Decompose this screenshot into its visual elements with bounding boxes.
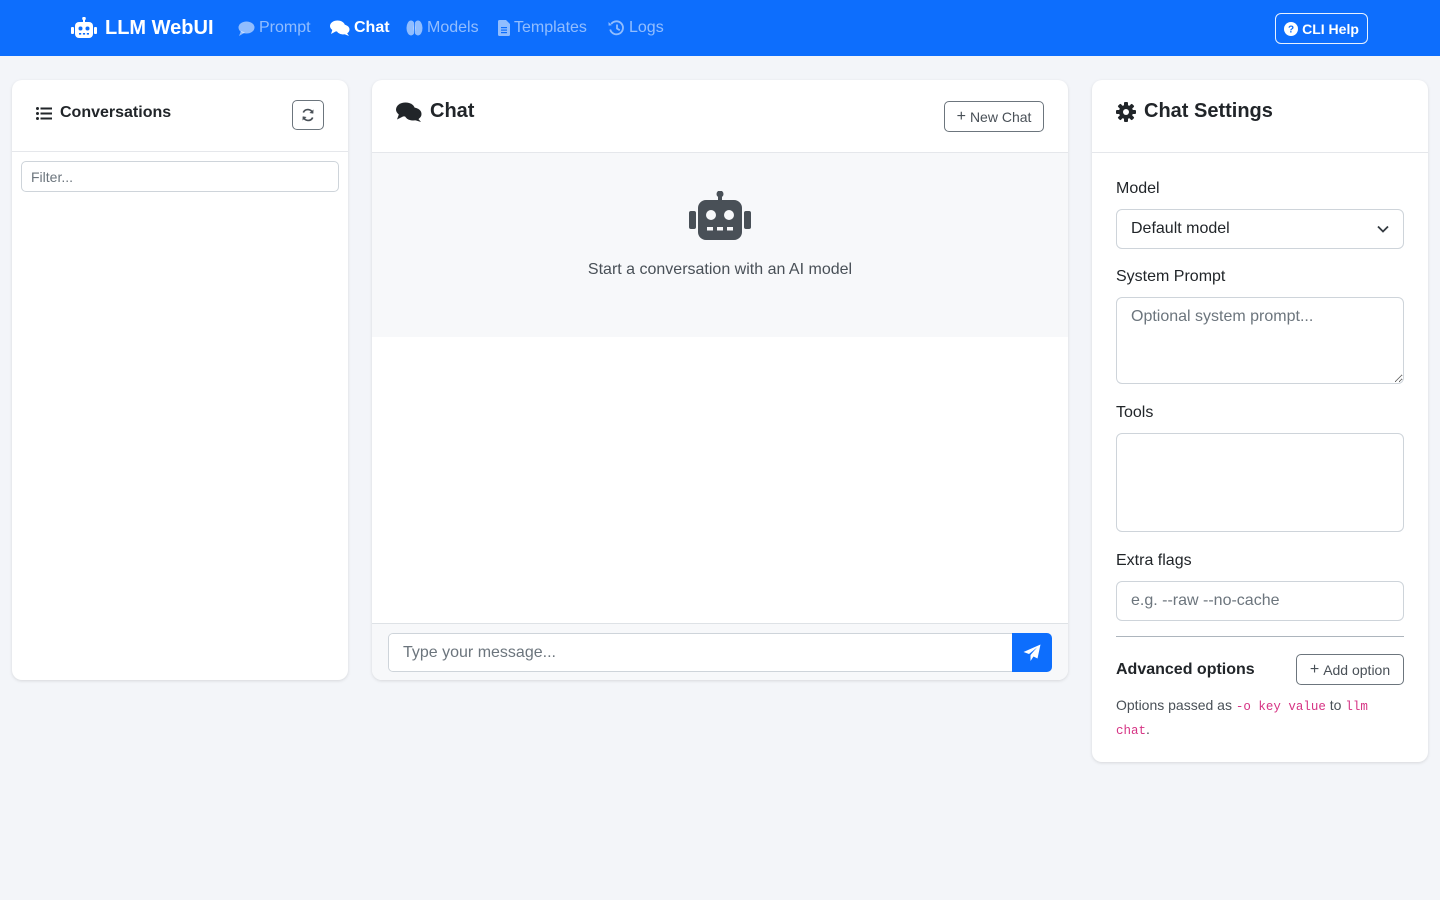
settings-title-text: Chat Settings bbox=[1144, 100, 1273, 122]
help-suffix: . bbox=[1146, 721, 1150, 737]
extra-flags-input[interactable] bbox=[1116, 581, 1404, 621]
conversations-title-text: Conversations bbox=[60, 104, 172, 121]
model-selected-value: Default model bbox=[1131, 220, 1230, 237]
nav-chat[interactable]: Chat bbox=[330, 16, 390, 40]
comments-icon bbox=[330, 20, 350, 36]
chat-header: Chat + New Chat bbox=[372, 80, 1068, 153]
history-icon bbox=[608, 20, 624, 36]
brand-name: LLM WebUI bbox=[105, 16, 214, 39]
conversations-header: Conversations bbox=[12, 80, 348, 152]
nav-prompt[interactable]: Prompt bbox=[238, 16, 311, 40]
chat-title-text: Chat bbox=[430, 100, 475, 122]
cli-help-label: CLI Help bbox=[1302, 20, 1359, 37]
comment-icon bbox=[238, 21, 255, 36]
plus-icon: + bbox=[956, 107, 966, 125]
new-chat-button[interactable]: + New Chat bbox=[944, 101, 1044, 132]
nav-templates[interactable]: Templates bbox=[498, 16, 587, 40]
advanced-options-help: Options passed as -o key value to llm ch… bbox=[1116, 694, 1406, 742]
refresh-icon bbox=[302, 108, 314, 122]
refresh-button[interactable] bbox=[292, 100, 324, 130]
robot-icon bbox=[689, 191, 751, 240]
empty-chat-text: Start a conversation with an AI model bbox=[587, 261, 853, 278]
paper-plane-icon bbox=[1023, 644, 1041, 661]
gear-icon bbox=[1116, 101, 1136, 122]
chat-title: Chat bbox=[396, 100, 474, 123]
nav-logs-label: Logs bbox=[629, 19, 664, 36]
nav-logs[interactable]: Logs bbox=[608, 16, 664, 40]
file-icon bbox=[498, 20, 510, 36]
chat-input-bar bbox=[372, 623, 1068, 680]
settings-title: Chat Settings bbox=[1116, 100, 1273, 123]
chat-panel: Chat + New Chat Start a conversation wit… bbox=[372, 80, 1068, 680]
brand-link[interactable]: LLM WebUI bbox=[71, 14, 214, 42]
settings-header: Chat Settings bbox=[1092, 80, 1428, 153]
help-code-option: -o key value bbox=[1235, 700, 1326, 714]
nav-models[interactable]: Models bbox=[406, 16, 479, 40]
conversations-panel: Conversations bbox=[12, 80, 348, 680]
system-prompt-label: System Prompt bbox=[1116, 268, 1226, 285]
nav-models-label: Models bbox=[427, 19, 479, 36]
chevron-down-icon bbox=[1377, 225, 1389, 233]
message-input[interactable] bbox=[388, 633, 1013, 672]
tools-select[interactable] bbox=[1116, 433, 1404, 532]
svg-text:?: ? bbox=[1288, 24, 1294, 35]
question-circle-icon: ? bbox=[1284, 21, 1299, 36]
conversation-filter-input[interactable] bbox=[21, 161, 339, 192]
conversations-title: Conversations bbox=[36, 104, 171, 122]
empty-chat-state: Start a conversation with an AI model bbox=[372, 153, 1068, 337]
model-select[interactable]: Default model bbox=[1116, 209, 1404, 249]
add-option-button[interactable]: + Add option bbox=[1296, 654, 1404, 685]
chat-settings-panel: Chat Settings Model Default model System… bbox=[1092, 80, 1428, 762]
navbar: LLM WebUI Prompt Chat Models Templates L… bbox=[0, 0, 1440, 56]
plus-icon: + bbox=[1309, 660, 1320, 678]
cli-help-button[interactable]: ? CLI Help bbox=[1275, 13, 1368, 44]
add-option-label: Add option bbox=[1323, 661, 1391, 678]
extra-flags-label: Extra flags bbox=[1116, 552, 1192, 569]
brain-icon bbox=[406, 20, 423, 36]
tools-label: Tools bbox=[1116, 404, 1154, 421]
nav-chat-label: Chat bbox=[354, 19, 390, 36]
advanced-options-title: Advanced options bbox=[1116, 661, 1255, 678]
new-chat-label: New Chat bbox=[969, 108, 1032, 125]
robot-icon bbox=[71, 17, 97, 38]
nav-templates-label: Templates bbox=[514, 19, 587, 36]
send-button[interactable] bbox=[1012, 633, 1052, 672]
help-mid: to bbox=[1325, 697, 1346, 713]
comments-icon bbox=[396, 102, 422, 122]
divider bbox=[1116, 636, 1404, 637]
model-label: Model bbox=[1116, 180, 1160, 197]
help-prefix: Options passed as bbox=[1116, 697, 1236, 713]
nav-prompt-label: Prompt bbox=[259, 19, 311, 36]
list-icon bbox=[36, 106, 52, 120]
system-prompt-input[interactable] bbox=[1116, 297, 1404, 384]
